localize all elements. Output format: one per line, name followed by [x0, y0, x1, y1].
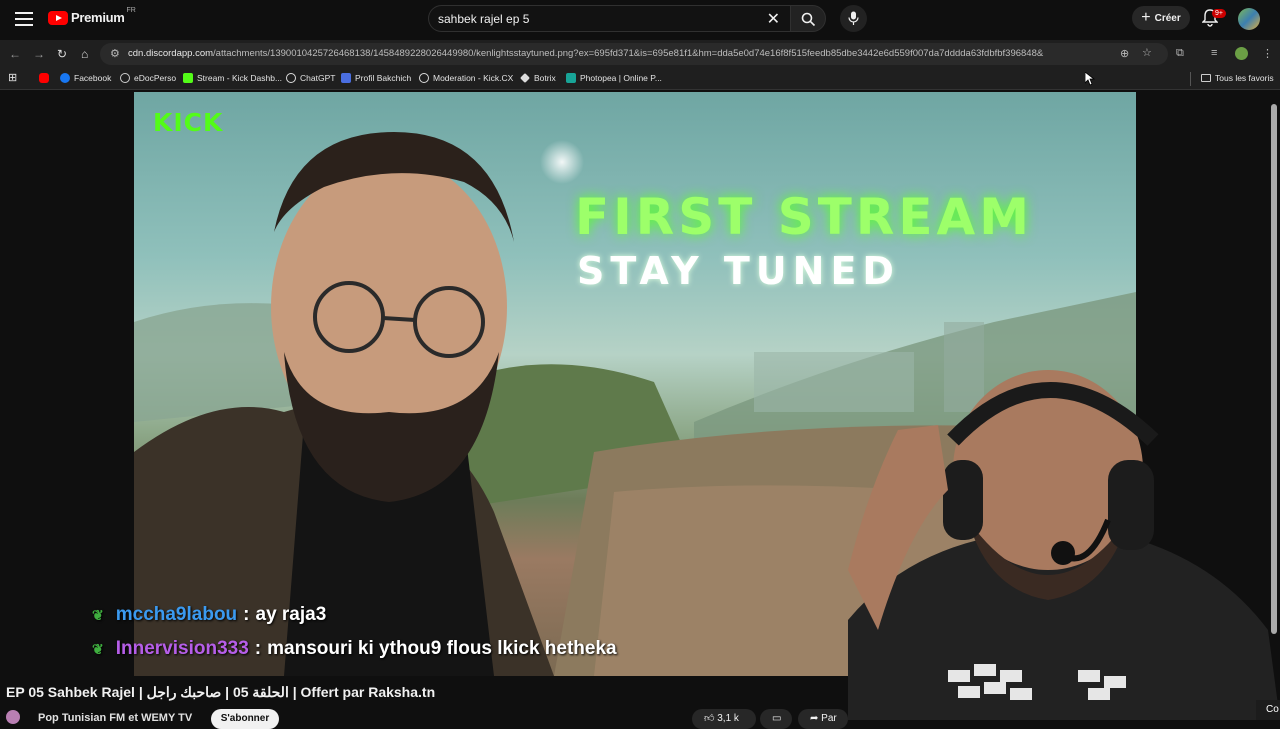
- profile-icon[interactable]: [1235, 47, 1248, 60]
- share-button[interactable]: ➦ Par: [798, 709, 848, 729]
- bookmark-label: Botrix: [534, 73, 556, 83]
- zoom-icon[interactable]: ⊕: [1120, 47, 1129, 60]
- bookmark-youtube[interactable]: [39, 73, 49, 83]
- forward-icon[interactable]: →: [33, 47, 45, 61]
- chat-text: mansouri ki ythou9 flous lkick hetheka: [267, 638, 617, 659]
- webcam-overlay: [848, 370, 1280, 720]
- browser-menu-icon[interactable]: ⋮: [1262, 47, 1273, 60]
- account-avatar[interactable]: [1238, 8, 1260, 30]
- voice-search-button[interactable]: [840, 5, 867, 32]
- bookmark-label: Moderation - Kick.CX: [433, 73, 514, 83]
- home-icon[interactable]: ⌂: [81, 47, 88, 61]
- youtube-play-icon: [48, 10, 68, 25]
- moderation-icon: [419, 73, 429, 83]
- folder-icon: [1201, 74, 1211, 82]
- youtube-logo[interactable]: Premium FR: [48, 7, 136, 25]
- edoc-icon: [120, 73, 130, 83]
- dislike-button[interactable]: ▭: [760, 709, 792, 729]
- leaf-icon: ❦: [92, 640, 104, 657]
- subscribe-button[interactable]: S'abonner: [211, 709, 279, 729]
- kick-icon: [183, 73, 193, 83]
- scrollbar-thumb[interactable]: [1271, 104, 1277, 634]
- bookmark-label: Stream - Kick Dashb...: [197, 73, 283, 83]
- share-icon: ➦: [810, 713, 819, 724]
- like-button[interactable]: 👍︎ 3,1 k: [692, 709, 756, 729]
- bookmark-botrix[interactable]: Botrix: [520, 73, 556, 83]
- country-code: FR: [126, 7, 136, 14]
- bookmark-chatgpt[interactable]: ChatGPT: [286, 73, 335, 83]
- mouse-cursor-icon: [1085, 72, 1095, 86]
- search-value: sahbek rajel ep 5: [438, 12, 530, 26]
- bookmark-moderation[interactable]: Moderation - Kick.CX: [419, 73, 513, 83]
- logo-text: Premium: [71, 10, 125, 25]
- bookmark-label: eDocPerso: [134, 73, 177, 83]
- search-button[interactable]: [790, 5, 826, 32]
- bookmark-kick-dashboard[interactable]: Stream - Kick Dashb...: [183, 73, 282, 83]
- bookmark-edocperso[interactable]: eDocPerso: [120, 73, 176, 83]
- browser-toolbar: ← → ↻ ⌂ ⚙ cdn.discordapp.com/attachments…: [0, 40, 1280, 68]
- chatgpt-icon: [286, 73, 296, 83]
- share-label: Par: [821, 713, 837, 724]
- thumbs-down-icon: ▭: [772, 713, 782, 724]
- chat-message: ❦ Innervision333 : mansouri ki ythou9 fl…: [92, 638, 617, 660]
- chat-message: ❦ mccha9labou : ay raja3: [92, 604, 326, 626]
- bookmark-photopea[interactable]: Photopea | Online P...: [566, 73, 662, 83]
- bakchich-icon: [341, 73, 351, 83]
- webcam-person: [848, 370, 1280, 720]
- apps-grid-icon[interactable]: ⊞: [8, 71, 17, 84]
- url-text: cdn.discordapp.com/attachments/139001042…: [128, 48, 1043, 59]
- chat-separator: :: [254, 638, 262, 659]
- video-title: EP 05 Sahbek Rajel | الحلقة 05 | صاحبك ر…: [6, 684, 436, 700]
- media-controls-icon[interactable]: ≡: [1211, 47, 1217, 59]
- youtube-header: Premium FR sahbek rajel ep 5 ✕ + Créer 9…: [0, 0, 1280, 38]
- leaf-icon: ❦: [92, 606, 104, 623]
- chat-text: ay raja3: [255, 604, 327, 625]
- youtube-icon: [39, 73, 49, 83]
- botrix-icon: [520, 73, 530, 83]
- photopea-icon: [566, 73, 576, 83]
- all-bookmarks-label: Tous les favoris: [1215, 73, 1274, 83]
- comments-label[interactable]: Co: [1256, 700, 1280, 720]
- bookmark-label: Facebook: [74, 73, 112, 83]
- channel-name[interactable]: Pop Tunisian FM et WEMY TV: [38, 712, 192, 724]
- clear-search-icon[interactable]: ✕: [767, 9, 780, 29]
- kick-brand-logo: KICK: [153, 108, 224, 137]
- plus-icon: +: [1141, 9, 1151, 26]
- channel-avatar[interactable]: [6, 710, 20, 724]
- reload-icon[interactable]: ↻: [57, 47, 67, 61]
- create-button[interactable]: + Créer: [1132, 6, 1190, 30]
- video-headline: FIRST STREAM: [575, 188, 1034, 246]
- bookmark-bakchich[interactable]: Profil Bakchich: [341, 73, 411, 83]
- likes-count: 3,1 k: [717, 713, 739, 724]
- bookmark-facebook[interactable]: Facebook: [60, 73, 111, 83]
- chat-username: mccha9labou: [115, 604, 238, 625]
- address-bar[interactable]: ⚙ cdn.discordapp.com/attachments/1390010…: [100, 43, 1168, 65]
- site-info-icon[interactable]: ⚙: [110, 47, 120, 60]
- extensions-icon[interactable]: ⧉: [1176, 47, 1184, 60]
- all-bookmarks-folder[interactable]: Tous les favoris: [1201, 73, 1274, 83]
- facebook-icon: [60, 73, 70, 83]
- bookmark-label: ChatGPT: [300, 73, 336, 83]
- back-icon[interactable]: ←: [9, 47, 21, 61]
- bookmarks-divider: [1190, 72, 1191, 86]
- bookmark-label: Profil Bakchich: [355, 73, 412, 83]
- notifications-badge: 9+: [1212, 9, 1226, 18]
- microphone-icon: [848, 11, 859, 25]
- search-icon: [801, 12, 816, 27]
- video-subheadline: STAY TUNED: [577, 249, 900, 293]
- chat-username: Innervision333: [115, 638, 249, 659]
- bookmark-star-icon[interactable]: ☆: [1142, 46, 1152, 59]
- bookmark-label: Photopea | Online P...: [580, 73, 662, 83]
- menu-icon[interactable]: [15, 12, 33, 26]
- search-input[interactable]: sahbek rajel ep 5 ✕: [428, 5, 790, 32]
- create-label: Créer: [1154, 12, 1181, 24]
- url-host: cdn.discordapp.com: [128, 48, 214, 59]
- chat-separator: :: [243, 604, 250, 625]
- url-path: /attachments/1390010425726468138/1458489…: [213, 48, 1044, 59]
- thumbs-up-icon: 👍︎: [704, 713, 715, 724]
